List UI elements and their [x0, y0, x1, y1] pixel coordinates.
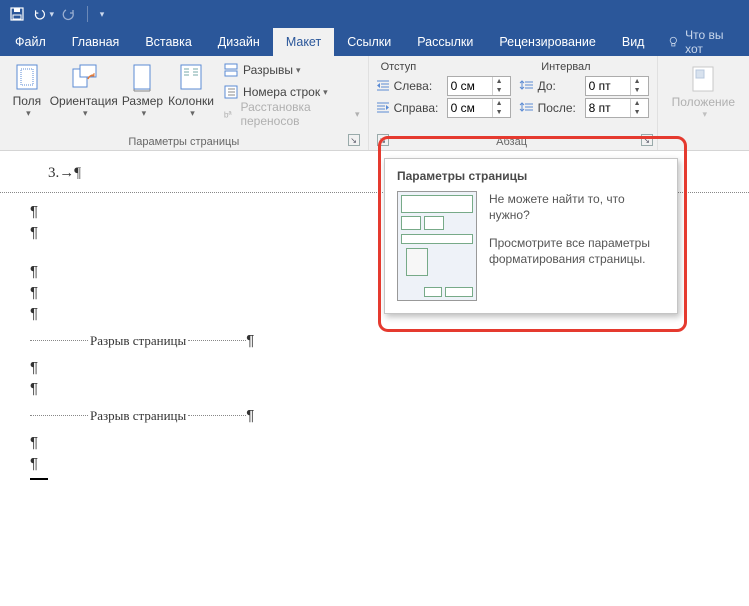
indent-left-label: Слева: — [375, 78, 447, 94]
hyphenation-icon: bª — [223, 106, 236, 122]
group-label-page-setup: Параметры страницы ↘ — [6, 134, 362, 148]
margins-button[interactable]: Поля ▾ — [6, 59, 48, 121]
line-numbers-icon — [223, 84, 239, 100]
svg-text:bª: bª — [224, 109, 233, 119]
indent-right-value[interactable] — [448, 101, 492, 115]
indent-right-label: Справа: — [375, 100, 447, 116]
doc-pilcrow: ¶ — [30, 434, 719, 451]
tell-me-search[interactable]: Что вы хот — [657, 28, 749, 56]
spacing-before-label: До: — [519, 78, 585, 94]
spin-up[interactable]: ▲ — [493, 99, 506, 108]
indent-left-input[interactable]: ▲▼ — [447, 76, 511, 96]
position-button[interactable]: Положение ▾ — [664, 59, 743, 124]
breaks-icon — [223, 62, 239, 78]
text-cursor — [30, 478, 48, 480]
spin-up[interactable]: ▲ — [631, 99, 644, 108]
group-arrange: Положение ▾ — [658, 56, 749, 150]
quick-access-toolbar: ▾ ▾ — [0, 0, 749, 28]
spin-down[interactable]: ▼ — [631, 86, 644, 95]
orientation-icon — [68, 61, 100, 93]
size-label: Размер — [122, 95, 163, 108]
tab-view[interactable]: Вид — [609, 28, 658, 56]
page-break-marker: Разрыв страницы¶ — [30, 332, 719, 349]
position-icon — [687, 63, 719, 95]
paragraph-dialog-launcher-left[interactable]: ↘ — [377, 134, 389, 146]
lightbulb-icon — [667, 35, 680, 49]
spacing-after-value[interactable] — [586, 101, 630, 115]
redo-button[interactable] — [58, 3, 80, 25]
line-numbers-label: Номера строк — [243, 85, 320, 99]
group-paragraph: Отступ Интервал Слева: ▲▼ — [369, 56, 658, 150]
tab-layout[interactable]: Макет — [273, 28, 334, 56]
breaks-button[interactable]: Разрывы▾ — [221, 59, 362, 81]
tooltip-thumbnail — [397, 191, 477, 301]
spacing-heading: Интервал — [541, 61, 590, 73]
group-label-paragraph: Абзац ↘ ↘ — [375, 134, 649, 148]
position-label: Положение — [672, 95, 735, 109]
spacing-after-input[interactable]: ▲▼ — [585, 98, 649, 118]
spacing-before-icon — [519, 78, 535, 94]
paragraph-dialog-launcher[interactable]: ↘ — [641, 134, 653, 146]
tab-insert[interactable]: Вставка — [132, 28, 204, 56]
ribbon: Поля ▾ Ориентация ▾ Размер ▾ Колонки ▾ — [0, 56, 749, 151]
indent-left-icon — [375, 78, 391, 94]
spacing-after-label: После: — [519, 100, 585, 116]
redo-icon — [61, 6, 77, 22]
doc-pilcrow: ¶ — [30, 455, 719, 472]
tell-me-placeholder: Что вы хот — [685, 28, 739, 56]
undo-icon — [32, 6, 46, 22]
breaks-label: Разрывы — [243, 63, 293, 77]
page-setup-dialog-launcher[interactable]: ↘ — [348, 134, 360, 146]
customize-qat-button[interactable]: ▾ — [91, 3, 113, 25]
columns-button[interactable]: Колонки ▾ — [165, 59, 217, 121]
columns-label: Колонки — [168, 95, 214, 108]
screentip-page-setup: Параметры страницы Не можете найти то, ч… — [384, 158, 678, 314]
undo-button[interactable]: ▾ — [32, 3, 54, 25]
spin-up[interactable]: ▲ — [631, 77, 644, 86]
tab-references[interactable]: Ссылки — [334, 28, 404, 56]
tab-review[interactable]: Рецензирование — [486, 28, 609, 56]
tooltip-text: Не можете найти то, что нужно? Просмотри… — [489, 191, 665, 301]
tab-file[interactable]: Файл — [2, 28, 59, 56]
indent-right-input[interactable]: ▲▼ — [447, 98, 511, 118]
spin-up[interactable]: ▲ — [493, 77, 506, 86]
columns-icon — [175, 61, 207, 93]
spacing-after-icon — [519, 100, 535, 116]
tab-mailings[interactable]: Рассылки — [404, 28, 486, 56]
hyphenation-button[interactable]: bª Расстановка переносов▾ — [221, 103, 362, 125]
orientation-button[interactable]: Ориентация ▾ — [48, 59, 120, 121]
spin-down[interactable]: ▼ — [631, 108, 644, 117]
save-icon — [9, 6, 25, 22]
spacing-before-input[interactable]: ▲▼ — [585, 76, 649, 96]
hyphenation-label: Расстановка переносов — [241, 100, 353, 128]
orientation-label: Ориентация — [50, 95, 118, 108]
tooltip-title: Параметры страницы — [397, 169, 665, 183]
spin-down[interactable]: ▼ — [493, 108, 506, 117]
page-break-marker: Разрыв страницы¶ — [30, 407, 719, 424]
group-page-setup: Поля ▾ Ориентация ▾ Размер ▾ Колонки ▾ — [0, 56, 369, 150]
indent-right-icon — [375, 100, 391, 116]
spacing-before-value[interactable] — [586, 79, 630, 93]
ribbon-tabs: Файл Главная Вставка Дизайн Макет Ссылки… — [0, 28, 749, 56]
tab-design[interactable]: Дизайн — [205, 28, 273, 56]
indent-left-value[interactable] — [448, 79, 492, 93]
size-button[interactable]: Размер ▾ — [120, 59, 165, 121]
save-button[interactable] — [6, 3, 28, 25]
spin-down[interactable]: ▼ — [493, 86, 506, 95]
doc-pilcrow: ¶ — [30, 359, 719, 376]
size-icon — [126, 61, 158, 93]
margins-icon — [11, 61, 43, 93]
indent-heading: Отступ — [381, 61, 417, 73]
tab-home[interactable]: Главная — [59, 28, 133, 56]
doc-pilcrow: ¶ — [30, 380, 719, 397]
margins-label: Поля — [13, 95, 42, 108]
